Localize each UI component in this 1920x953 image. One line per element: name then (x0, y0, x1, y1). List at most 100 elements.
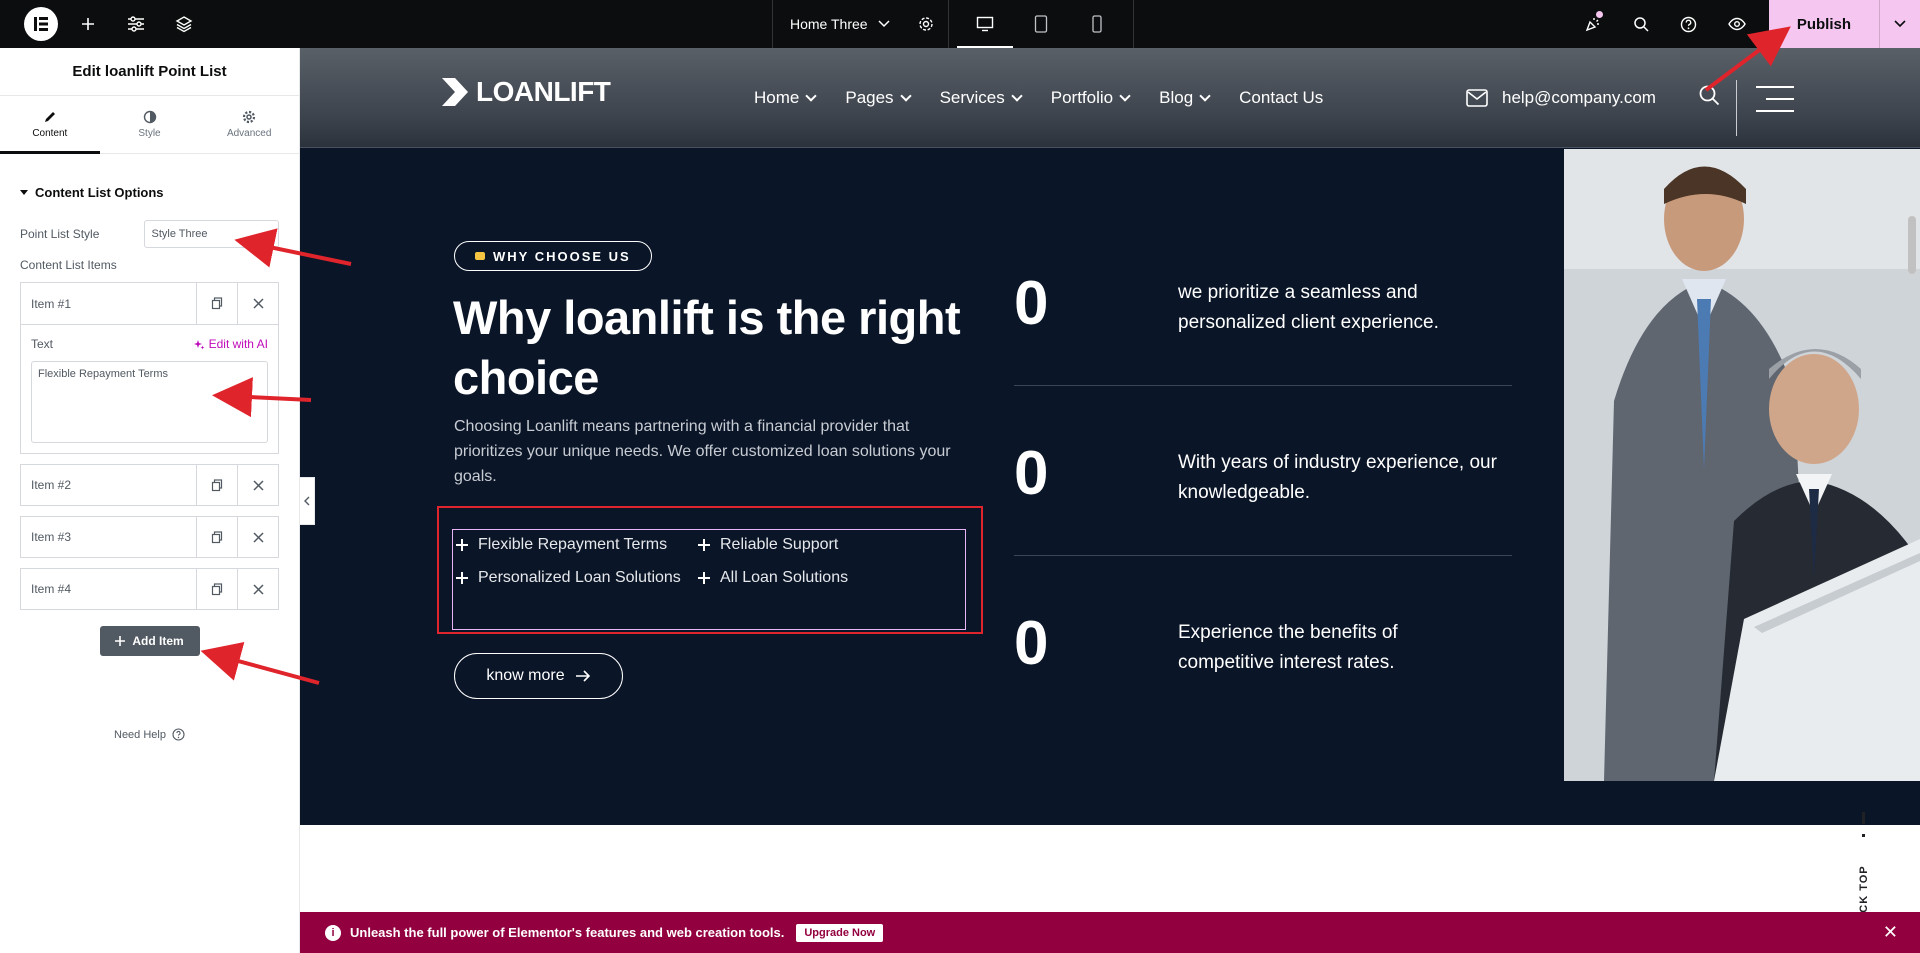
point-list-item: Personalized Loan Solutions (456, 567, 698, 589)
stat-number: 0 (1014, 609, 1049, 678)
know-more-button[interactable]: know more (454, 653, 623, 699)
remove-item-close-icon[interactable] (237, 465, 278, 505)
need-help-label: Need Help (114, 728, 166, 741)
gear-icon (243, 110, 256, 124)
publish-button[interactable]: Publish (1769, 0, 1880, 48)
half-circle-icon (143, 110, 156, 124)
caret-down-icon (20, 189, 28, 195)
nav-home-label: Home (754, 88, 800, 107)
stat-divider (1014, 555, 1512, 556)
repeater-item-title[interactable]: Item #1 (21, 283, 196, 324)
plus-icon (698, 572, 710, 584)
nav-services-label: Services (939, 88, 1005, 107)
point-text: Flexible Repayment Terms (478, 536, 668, 553)
repeater-item[interactable]: Item #1 (20, 282, 279, 324)
remove-item-close-icon[interactable] (237, 283, 278, 324)
notification-dot (1595, 11, 1603, 18)
nav-item-blog[interactable]: Blog (1159, 88, 1211, 108)
publish-options-chevron-icon[interactable] (1880, 0, 1920, 48)
site-header: LOANLIFT Home Pages Services Portfolio B… (300, 48, 1920, 148)
tablet-view-button[interactable] (1013, 0, 1069, 48)
site-search-icon[interactable] (1698, 84, 1720, 111)
site-email-link[interactable]: help@company.com (1466, 48, 1656, 148)
tab-advanced[interactable]: Advanced (199, 96, 299, 153)
help-circle-icon (172, 728, 185, 741)
page-name-dropdown[interactable]: Home Three (773, 0, 948, 48)
page-settings-gear-icon[interactable] (918, 16, 934, 32)
chevron-down-icon (805, 89, 818, 102)
repeater-item[interactable]: Item #3 (20, 516, 279, 558)
info-icon: i (325, 924, 341, 941)
nav-item-services[interactable]: Services (939, 88, 1023, 108)
business-people-photo (1564, 149, 1920, 781)
remove-item-close-icon[interactable] (237, 517, 278, 557)
repeater-item-title[interactable]: Item #2 (21, 465, 196, 505)
point-list-style-select[interactable]: Style Three (144, 220, 279, 248)
remove-item-close-icon[interactable] (237, 569, 278, 609)
point-list-style-value: Style Three (151, 228, 208, 240)
item-text-textarea[interactable]: Flexible Repayment Terms (31, 361, 268, 443)
duplicate-icon[interactable] (196, 569, 237, 609)
add-item-label: Add Item (132, 634, 184, 648)
nav-item-portfolio[interactable]: Portfolio (1050, 88, 1131, 108)
text-field-label: Text (31, 337, 54, 351)
nav-item-home[interactable]: Home (754, 88, 818, 108)
nav-item-pages[interactable]: Pages (845, 88, 912, 108)
canvas-scrollbar[interactable] (1908, 216, 1916, 274)
duplicate-icon[interactable] (196, 283, 237, 324)
collapse-panel-chevron-icon[interactable] (300, 477, 315, 525)
tab-style-label: Style (138, 128, 161, 139)
repeater-item-title[interactable]: Item #3 (21, 517, 196, 557)
elementor-logo-icon[interactable] (24, 7, 58, 41)
chevron-down-icon (1011, 89, 1023, 102)
page-name-label: Home Three (790, 16, 868, 32)
nav-portfolio-label: Portfolio (1050, 88, 1114, 107)
site-nav: Home Pages Services Portfolio Blog Conta… (754, 48, 1323, 148)
content-list-repeater: Item #1 Text Edit with AI Flexible Repay… (20, 282, 279, 610)
site-logo-text: LOANLIFT (476, 76, 611, 107)
site-logo[interactable]: LOANLIFT (440, 76, 611, 108)
tab-content[interactable]: Content (0, 96, 100, 154)
nav-pages-label: Pages (845, 88, 894, 107)
plus-icon (115, 636, 126, 646)
mail-icon (1466, 89, 1488, 107)
structure-layers-icon[interactable] (160, 0, 208, 48)
edit-with-ai-button[interactable]: Edit with AI (193, 337, 268, 351)
edit-with-ai-label: Edit with AI (208, 337, 268, 351)
search-icon[interactable] (1617, 0, 1665, 48)
content-list-options-section[interactable]: Content List Options (0, 172, 299, 212)
tab-advanced-label: Advanced (226, 128, 272, 139)
editor-panel: Edit loanlift Point List Content Style A… (0, 48, 300, 953)
desktop-icon (976, 16, 993, 32)
preview-eye-icon[interactable] (1713, 0, 1761, 48)
need-help-link[interactable]: Need Help (0, 728, 299, 741)
tab-style[interactable]: Style (100, 96, 200, 153)
pencil-icon (44, 112, 55, 122)
duplicate-icon[interactable] (196, 517, 237, 557)
back-top-dash (1862, 834, 1865, 837)
hamburger-menu-icon[interactable] (1756, 86, 1794, 112)
repeater-item-title[interactable]: Item #4 (21, 569, 196, 609)
upgrade-now-button[interactable]: Upgrade Now (796, 923, 884, 942)
desktop-view-button[interactable] (956, 0, 1013, 48)
arrow-right-icon (575, 670, 590, 682)
header-divider (1736, 80, 1737, 136)
whats-new-icon[interactable] (1569, 0, 1617, 48)
add-element-icon[interactable] (64, 0, 112, 48)
upgrade-promo-bar: i Unleash the full power of Elementor's … (300, 912, 1920, 953)
nav-item-contact[interactable]: Contact Us (1239, 88, 1323, 108)
back-top-bar (1862, 812, 1865, 824)
help-icon[interactable] (1665, 0, 1713, 48)
site-email-text: help@company.com (1502, 88, 1656, 107)
site-settings-icon[interactable] (112, 0, 160, 48)
close-promo-icon[interactable]: ✕ (1883, 922, 1898, 943)
duplicate-icon[interactable] (196, 465, 237, 505)
repeater-item[interactable]: Item #4 (20, 568, 279, 610)
section-badge: WHY CHOOSE US (454, 241, 652, 271)
repeater-item[interactable]: Item #2 (20, 464, 279, 506)
mobile-view-button[interactable] (1069, 0, 1125, 48)
add-item-button[interactable]: Add Item (99, 626, 200, 656)
know-more-label: know more (486, 667, 565, 684)
preview-canvas: LOANLIFT Home Pages Services Portfolio B… (300, 48, 1920, 953)
section-heading: Why loanlift is the right choice (453, 291, 961, 404)
